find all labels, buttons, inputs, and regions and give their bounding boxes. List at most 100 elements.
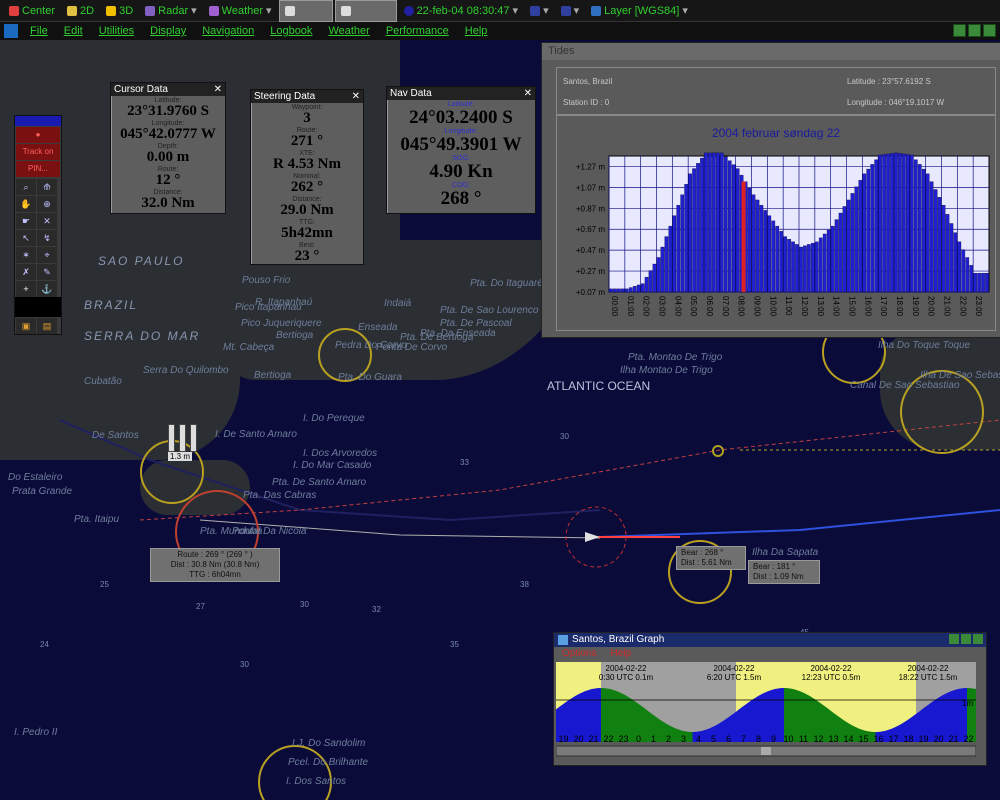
x-tick-label: 12:00 <box>800 296 809 317</box>
hour-label: 7 <box>741 734 746 744</box>
hour-label: 5 <box>711 734 716 744</box>
map-label: I. Dos Arvoredos <box>303 448 378 459</box>
y-tick-label: +0.67 m <box>576 225 605 234</box>
x-tick-label: 16:00 <box>863 296 872 317</box>
hour-label: 6 <box>726 734 731 744</box>
weather-button[interactable]: Weather ▾ <box>204 1 277 21</box>
center-button[interactable]: Center <box>4 1 60 21</box>
minimize-icon[interactable] <box>953 24 966 37</box>
print-icon[interactable]: ▤ <box>37 318 57 334</box>
map-label: BRAZIL <box>84 298 139 312</box>
maximize-icon[interactable] <box>968 24 981 37</box>
tide-bar <box>973 273 977 293</box>
dropdown-arrow-icon[interactable]: ▾ <box>191 4 197 17</box>
3d-button[interactable]: 3D <box>101 1 138 21</box>
map-label: Pta. Do Itaguaré <box>470 278 543 289</box>
zoom-out-button[interactable]: ▾ <box>556 1 585 21</box>
tide-bar <box>624 288 629 293</box>
dropdown-arrow-icon[interactable]: ▾ <box>682 4 688 17</box>
anchor-icon[interactable]: ⚓ <box>37 281 57 297</box>
tide-chart-frame: 2004 februar søndag 22 +0.07 m +0.27 m +0.… <box>556 115 996 331</box>
map-label: I.J. Do Sandolim <box>292 738 366 749</box>
x-tick-label: 09:00 <box>753 296 762 317</box>
tide-bar <box>621 288 625 293</box>
record-button[interactable]: ● <box>16 127 60 143</box>
tide-bar <box>640 283 645 293</box>
tide-bar <box>834 219 839 293</box>
crosshair-icon[interactable]: ⊕ <box>37 196 57 212</box>
menu-help[interactable]: Help <box>457 25 496 37</box>
ref-label: 1m <box>962 699 973 708</box>
radar-button[interactable]: Radar ▾ <box>140 1 202 21</box>
panel-titlebar: Cursor Data ✕ <box>111 83 225 96</box>
tide-bar <box>945 214 950 293</box>
menu-logbook[interactable]: Logbook <box>262 25 320 37</box>
menu-utilities[interactable]: Utilities <box>91 25 142 37</box>
tide-bar <box>660 246 665 293</box>
delete-icon[interactable]: ✗ <box>16 264 36 280</box>
menu-weather[interactable]: Weather <box>320 25 377 37</box>
minimize-icon[interactable] <box>949 634 959 644</box>
zoom-in-button[interactable]: ▾ <box>525 1 554 21</box>
tide-bar <box>858 180 863 293</box>
pan-icon[interactable]: ☛ <box>16 213 36 229</box>
close-icon[interactable]: ✕ <box>352 91 360 102</box>
map-label: Mt. Cabeça <box>223 342 275 353</box>
tide-bar <box>656 257 661 293</box>
y-tick-label: +0.27 m <box>576 267 605 276</box>
map-label: Ilha Montao De Trigo <box>620 365 713 376</box>
tide-bar <box>850 193 855 293</box>
waypoint-tool-icon[interactable]: ✶ <box>16 247 36 263</box>
hour-label: 23 <box>618 734 628 744</box>
close-icon[interactable] <box>973 634 983 644</box>
menu-file[interactable]: File <box>22 25 56 37</box>
mark-icon[interactable]: ↯ <box>37 230 57 246</box>
tide-bar <box>759 205 764 293</box>
tide-bar <box>613 288 617 293</box>
menu-options[interactable]: Options <box>562 647 596 661</box>
save-icon[interactable]: ▣ <box>16 318 36 334</box>
fit-icon[interactable]: ✕ <box>37 213 57 229</box>
close-icon[interactable] <box>983 24 996 37</box>
route-info-box: Route : 269 ° (269 ° ) Dist : 30.8 Nm (3… <box>150 548 280 582</box>
draw-button[interactable] <box>334 0 397 22</box>
tide-bar <box>921 168 926 293</box>
current-time-bar <box>741 181 746 292</box>
menu-navigation[interactable]: Navigation <box>194 25 262 37</box>
close-icon[interactable]: ✕ <box>214 84 222 95</box>
route-tool-icon[interactable]: ⌖ <box>37 247 57 263</box>
plus-icon[interactable]: + <box>16 281 36 297</box>
y-tick-label: +0.87 m <box>576 204 605 213</box>
dropdown-arrow-icon[interactable]: ▾ <box>513 4 519 17</box>
track-on-button[interactable]: Track on <box>16 144 60 160</box>
x-tick-label: 21:00 <box>943 296 952 317</box>
menu-edit[interactable]: Edit <box>56 25 91 37</box>
menu-help[interactable]: Help <box>610 647 631 661</box>
tide-bar <box>866 168 871 293</box>
map-label: Bertioga <box>276 330 314 341</box>
map-label: I. Dos Santos <box>286 776 347 787</box>
tide-bar <box>981 273 985 293</box>
tide-button[interactable] <box>278 0 333 22</box>
datetime-button[interactable]: 22-feb-04 08:30:47 ▾ <box>399 1 524 21</box>
dropdown-arrow-icon[interactable]: ▾ <box>266 4 272 17</box>
menu-performance[interactable]: Performance <box>378 25 457 37</box>
pin-button[interactable]: PIN... <box>16 161 60 177</box>
hand-icon[interactable]: ✋ <box>16 196 36 212</box>
maximize-icon[interactable] <box>961 634 971 644</box>
map-label: Pta. De Sao Lourenco <box>440 305 539 316</box>
tide-bar <box>870 164 875 293</box>
event-date: 2004-02-22 <box>908 664 949 673</box>
tide-bar <box>648 270 653 293</box>
map-label: Pedra Do Corvo <box>335 340 407 351</box>
depth-sounding: 30 <box>300 600 309 609</box>
zoom-icon[interactable]: ⌕ <box>16 179 36 195</box>
close-icon[interactable]: ✕ <box>524 88 532 99</box>
pointer-icon[interactable]: ↖ <box>16 230 36 246</box>
layer-button[interactable]: Layer [WGS84] ▾ <box>586 1 693 21</box>
map-label: Pouso Frio <box>242 275 291 286</box>
edit-icon[interactable]: ✎ <box>37 264 57 280</box>
compass-icon[interactable]: ⟰ <box>37 179 57 195</box>
2d-button[interactable]: 2D <box>62 1 99 21</box>
menu-display[interactable]: Display <box>142 25 194 37</box>
